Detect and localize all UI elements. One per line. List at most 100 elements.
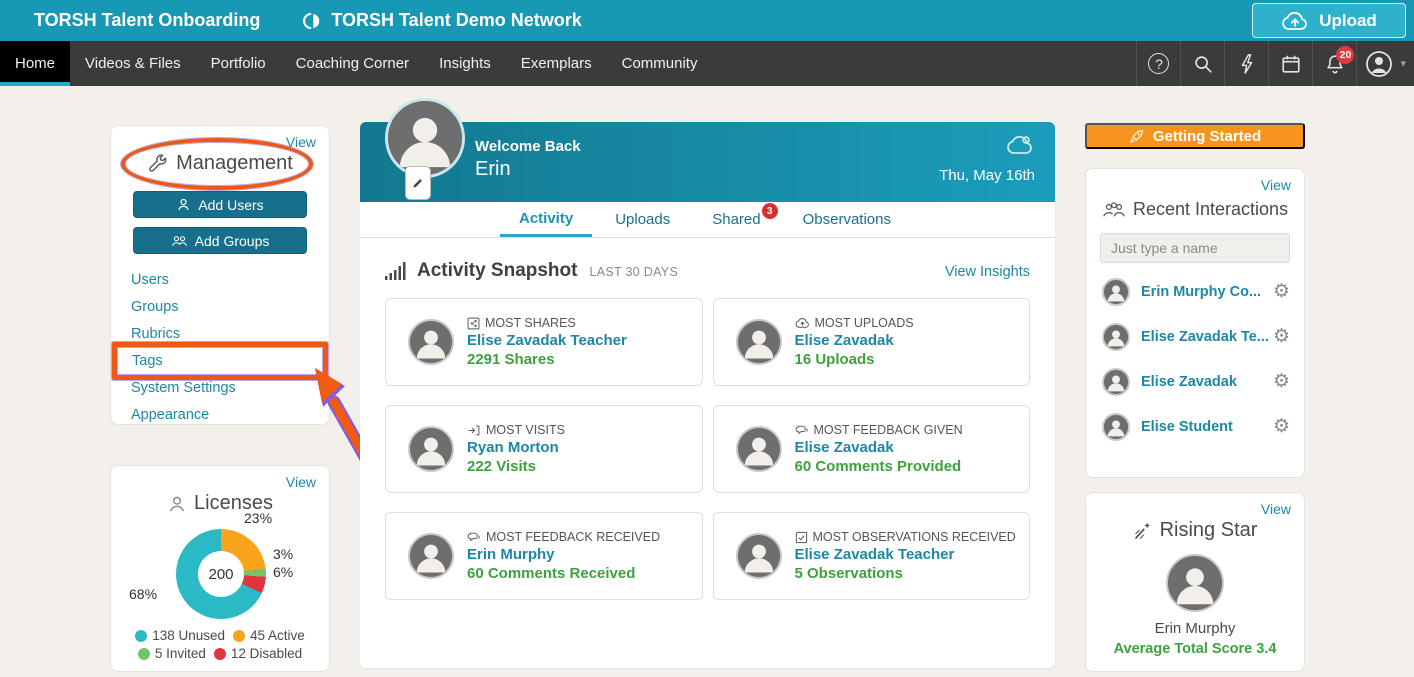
stat-user-link[interactable]: Erin Murphy (467, 546, 660, 563)
management-link-groups[interactable]: Groups (111, 293, 329, 320)
top-bar: TORSH Talent Onboarding TORSH Talent Dem… (0, 0, 1414, 41)
list-item[interactable]: Erin Murphy Co... ⚙ (1086, 269, 1304, 314)
stat-user-link[interactable]: Elise Zavadak Teacher (795, 546, 1016, 563)
nav-item-coaching-corner[interactable]: Coaching Corner (281, 41, 424, 86)
search-button[interactable] (1180, 41, 1224, 86)
avatar (1102, 367, 1130, 396)
recent-interactions-panel: View Recent Interactions Erin Murphy Co.… (1085, 168, 1305, 478)
rocket-icon (1129, 128, 1145, 144)
recent-interactions-view-link[interactable]: View (1261, 177, 1291, 193)
most-observations-received-card: MOST OBSERVATIONS RECEIVED Elise Zavadak… (712, 512, 1030, 600)
most-visits-card: MOST VISITS Ryan Morton 222 Visits (385, 405, 703, 493)
list-item[interactable]: Elise Zavadak ⚙ (1086, 359, 1304, 404)
network-name: TORSH Talent Demo Network (331, 10, 582, 30)
management-links: Users Groups Rubrics Tags System Setting… (111, 266, 329, 428)
view-insights-link[interactable]: View Insights (945, 264, 1030, 280)
nav-item-community[interactable]: Community (607, 41, 713, 86)
stat-user-link[interactable]: Elise Zavadak Teacher (467, 332, 627, 349)
nav-icon-group: ? 20 ▾ (1136, 41, 1414, 86)
notifications-button[interactable]: 20 (1312, 41, 1356, 86)
person-name-link[interactable]: Elise Zavadak (1141, 374, 1237, 390)
recent-interactions-title: Recent Interactions (1086, 199, 1304, 220)
welcome-name: Erin (475, 158, 511, 180)
nav-item-exemplars[interactable]: Exemplars (506, 41, 607, 86)
gear-icon[interactable]: ⚙ (1273, 372, 1290, 391)
nav-item-videos-files[interactable]: Videos & Files (70, 41, 196, 86)
gear-icon[interactable]: ⚙ (1273, 417, 1290, 436)
avatar (1102, 412, 1130, 441)
stat-user-link[interactable]: Elise Zavadak (795, 332, 914, 349)
tab-shared[interactable]: Shared 3 (693, 202, 779, 237)
person-search-input[interactable] (1100, 233, 1290, 263)
wrench-icon (147, 153, 169, 175)
nav-item-insights[interactable]: Insights (424, 41, 506, 86)
avatar (735, 426, 782, 472)
snapshot-title: Activity Snapshot (417, 260, 578, 281)
person-name-link[interactable]: Erin Murphy Co... (1141, 284, 1261, 300)
people-icon (1102, 201, 1126, 218)
tab-activity[interactable]: Activity (500, 202, 593, 237)
app-title: TORSH Talent Onboarding (34, 10, 261, 30)
licenses-legend: 138 Unused 45 Active 5 Invited 12 Disabl… (111, 625, 329, 661)
user-icon (167, 494, 187, 514)
avatar (408, 319, 454, 365)
network-switcher[interactable]: TORSH Talent Demo Network (302, 10, 582, 31)
licenses-donut-chart: 200 23% 3% 6% 68% (111, 510, 331, 624)
rising-star-avatar[interactable] (1166, 554, 1224, 612)
tab-observations[interactable]: Observations (784, 202, 910, 237)
edit-profile-button[interactable] (405, 166, 431, 200)
activity-snapshot-header: Activity Snapshot LAST 30 DAYS View Insi… (385, 260, 1030, 282)
management-link-users[interactable]: Users (111, 266, 329, 293)
search-icon (1192, 53, 1214, 75)
stat-user-link[interactable]: Ryan Morton (467, 439, 565, 456)
calendar-icon (1280, 53, 1302, 75)
list-item[interactable]: Elise Zavadak Te... ⚙ (1086, 314, 1304, 359)
rising-star-score: Average Total Score 3.4 (1113, 641, 1277, 657)
quick-actions-button[interactable] (1224, 41, 1268, 86)
management-title: Management (111, 152, 329, 175)
snapshot-subtitle: LAST 30 DAYS (589, 265, 679, 279)
nav-item-portfolio[interactable]: Portfolio (196, 41, 281, 86)
donut-total: 200 (198, 551, 244, 597)
shooting-star-icon (1133, 521, 1153, 541)
add-group-icon (171, 233, 188, 248)
most-uploads-card: MOST UPLOADS Elise Zavadak 16 Uploads (712, 298, 1030, 386)
licenses-view-link[interactable]: View (286, 474, 316, 490)
main-content-panel: Welcome Back Erin Thu, May 16th Activity… (360, 98, 1055, 668)
add-user-icon (176, 197, 191, 212)
rising-star-title: Rising Star (1086, 519, 1304, 542)
gear-icon[interactable]: ⚙ (1273, 327, 1290, 346)
person-name-link[interactable]: Elise Student (1141, 419, 1233, 435)
chat-icon (467, 531, 481, 544)
add-users-button[interactable]: Add Users (133, 191, 307, 218)
shared-badge: 3 (761, 203, 778, 219)
help-button[interactable]: ? (1136, 41, 1180, 86)
add-groups-button[interactable]: Add Groups (133, 227, 307, 254)
bar-chart-icon (385, 262, 409, 280)
visits-arrow-icon (467, 424, 481, 437)
gear-icon[interactable]: ⚙ (1273, 282, 1290, 301)
getting-started-button[interactable]: Getting Started (1085, 123, 1305, 149)
management-link-system-settings[interactable]: System Settings (111, 374, 329, 401)
stat-user-link[interactable]: Elise Zavadak (795, 439, 963, 456)
most-feedback-received-card: MOST FEEDBACK RECEIVED Erin Murphy 60 Co… (385, 512, 703, 600)
management-link-appearance[interactable]: Appearance (111, 401, 329, 428)
legend-dot-unused (135, 629, 148, 642)
avatar (735, 533, 782, 579)
current-date: Thu, May 16th (939, 167, 1035, 184)
upload-button[interactable]: Upload (1252, 3, 1406, 38)
app-screen: TORSH Talent Onboarding TORSH Talent Dem… (0, 0, 1414, 677)
tab-uploads[interactable]: Uploads (596, 202, 689, 237)
profile-menu-button[interactable] (1356, 41, 1400, 86)
caret-down-icon[interactable]: ▾ (1400, 41, 1414, 86)
weather-cloud-icon (1005, 134, 1035, 156)
calendar-button[interactable] (1268, 41, 1312, 86)
nav-item-home[interactable]: Home (0, 41, 71, 86)
rising-star-view-link[interactable]: View (1261, 501, 1291, 517)
person-name-link[interactable]: Elise Zavadak Te... (1141, 329, 1269, 345)
licenses-panel: View Licenses 200 23% 3% 6% 68% 138 Unus… (110, 465, 330, 672)
recent-interactions-list: Erin Murphy Co... ⚙ Elise Zavadak Te... … (1086, 269, 1304, 449)
list-item[interactable]: Elise Student ⚙ (1086, 404, 1304, 449)
management-view-link[interactable]: View (286, 134, 316, 150)
management-panel: View Management Add Users Add Groups Use… (110, 125, 330, 425)
